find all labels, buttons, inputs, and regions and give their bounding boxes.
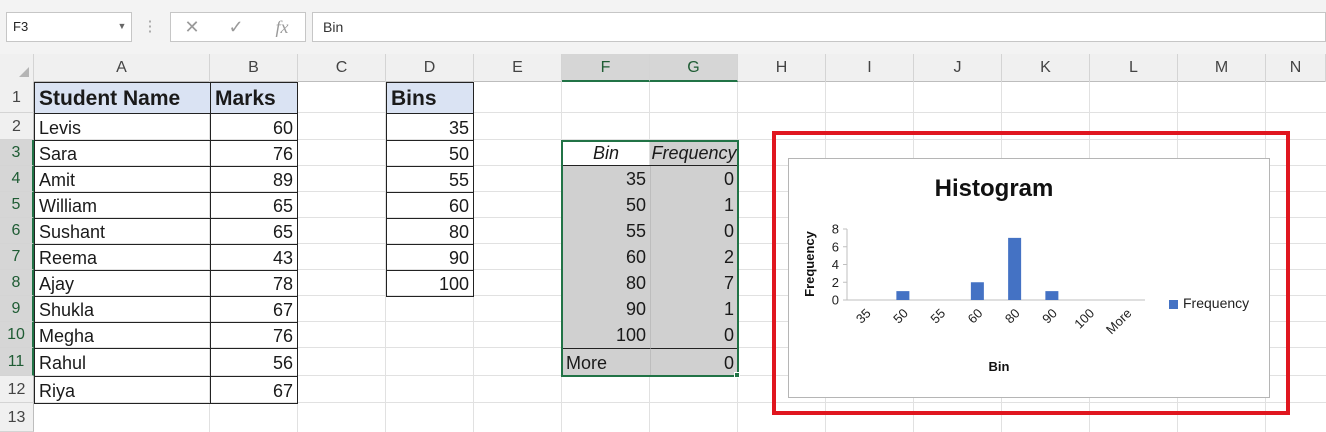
chevron-down-icon[interactable]: ▼	[114, 12, 130, 40]
row-header-2[interactable]: 2	[0, 113, 34, 140]
column-header-g[interactable]: G	[650, 54, 738, 82]
fill-handle[interactable]	[734, 372, 740, 378]
marks-header[interactable]: Marks	[210, 82, 298, 114]
bin-cell[interactable]: 50	[386, 140, 474, 167]
row-header-4[interactable]: 4	[0, 166, 34, 192]
histogram-bar	[1045, 291, 1059, 300]
student-name-cell[interactable]: Rahul	[34, 348, 211, 377]
marks-cell[interactable]: 56	[210, 348, 298, 377]
histogram-chart[interactable]: 0 2 4 6 8 35 50 55 60 80 90 100 More Histogram Frequ…	[788, 158, 1270, 398]
histogram-bar	[896, 291, 910, 300]
bin-cell[interactable]: 90	[386, 244, 474, 271]
x-tick-label: 90	[1039, 306, 1060, 327]
insert-function-icon[interactable]: fx	[262, 12, 302, 42]
student-name-cell[interactable]: Ajay	[34, 270, 211, 297]
column-header-i[interactable]: I	[826, 54, 914, 82]
y-tick-label: 6	[832, 239, 839, 254]
x-axis-title[interactable]: Bin	[969, 359, 1029, 374]
student-name-cell[interactable]: Shukla	[34, 296, 211, 323]
row-header-3[interactable]: 3	[0, 140, 34, 166]
column-header-n[interactable]: N	[1266, 54, 1326, 82]
marks-cell[interactable]: 78	[210, 270, 298, 297]
x-tick-label: 100	[1071, 306, 1097, 332]
row-header-1[interactable]: 1	[0, 82, 34, 113]
student-name-header[interactable]: Student Name	[34, 82, 211, 114]
bin-cell[interactable]: 80	[386, 218, 474, 245]
student-name-cell[interactable]: Amit	[34, 166, 211, 193]
row-header-10[interactable]: 10	[0, 322, 34, 348]
y-axis-title[interactable]: Frequency	[802, 229, 817, 299]
bin-cell[interactable]: 60	[386, 192, 474, 219]
y-tick-label: 8	[832, 222, 839, 237]
x-tick-label: 55	[927, 306, 948, 327]
row-header-6[interactable]: 6	[0, 218, 34, 244]
chart-title[interactable]: Histogram	[789, 175, 1199, 203]
bin-cell[interactable]: 55	[386, 166, 474, 193]
marks-cell[interactable]: 76	[210, 322, 298, 349]
cancel-icon[interactable]: ✕	[172, 12, 212, 42]
marks-cell[interactable]: 67	[210, 376, 298, 404]
marks-cell[interactable]: 89	[210, 166, 298, 193]
column-header-c[interactable]: C	[298, 54, 386, 82]
legend-swatch	[1169, 300, 1178, 309]
row-header-11[interactable]: 11	[0, 348, 34, 376]
x-tick-label: 60	[965, 306, 986, 327]
column-header-m[interactable]: M	[1178, 54, 1266, 82]
student-name-cell[interactable]: Sara	[34, 140, 211, 167]
student-name-cell[interactable]: Riya	[34, 376, 211, 404]
marks-cell[interactable]: 76	[210, 140, 298, 167]
column-header-f[interactable]: F	[562, 54, 650, 82]
bin-cell[interactable]: 100	[386, 270, 474, 297]
selection-outline	[561, 140, 739, 377]
marks-cell[interactable]: 67	[210, 296, 298, 323]
y-tick-label: 2	[832, 275, 839, 290]
student-name-cell[interactable]: William	[34, 192, 211, 219]
row-header-9[interactable]: 9	[0, 296, 34, 322]
row-header-5[interactable]: 5	[0, 192, 34, 218]
histogram-bar	[970, 282, 984, 300]
chart-legend[interactable]: Frequency	[1169, 295, 1269, 315]
column-header-d[interactable]: D	[386, 54, 474, 82]
select-all-triangle-icon	[19, 67, 29, 77]
marks-cell[interactable]: 65	[210, 218, 298, 245]
column-header-a[interactable]: A	[34, 54, 210, 82]
y-tick-label: 0	[832, 293, 839, 308]
row-header-8[interactable]: 8	[0, 270, 34, 296]
y-tick-label: 4	[832, 257, 839, 272]
formula-input[interactable]: Bin	[312, 12, 1326, 42]
row-header-12[interactable]: 12	[0, 376, 34, 403]
column-header-j[interactable]: J	[914, 54, 1002, 82]
x-tick-label: 35	[853, 306, 874, 327]
enter-icon[interactable]: ✓	[216, 12, 256, 42]
more-options-icon[interactable]: ⋮	[142, 12, 158, 42]
histogram-bar	[1008, 237, 1022, 300]
marks-cell[interactable]: 43	[210, 244, 298, 271]
x-tick-label: 50	[890, 306, 911, 327]
x-tick-label: More	[1103, 306, 1135, 338]
column-header-h[interactable]: H	[738, 54, 826, 82]
student-name-cell[interactable]: Sushant	[34, 218, 211, 245]
student-name-cell[interactable]: Megha	[34, 322, 211, 349]
legend-label: Frequency	[1183, 295, 1250, 311]
column-header-k[interactable]: K	[1002, 54, 1090, 82]
bin-cell[interactable]: 35	[386, 113, 474, 141]
student-name-cell[interactable]: Reema	[34, 244, 211, 271]
column-header-e[interactable]: E	[474, 54, 562, 82]
x-tick-label: 80	[1002, 306, 1023, 327]
row-header-7[interactable]: 7	[0, 244, 34, 270]
column-header-l[interactable]: L	[1090, 54, 1178, 82]
bins-header[interactable]: Bins	[386, 82, 474, 114]
column-header-b[interactable]: B	[210, 54, 298, 82]
student-name-cell[interactable]: Levis	[34, 113, 211, 141]
marks-cell[interactable]: 65	[210, 192, 298, 219]
row-header-13[interactable]: 13	[0, 403, 34, 432]
marks-cell[interactable]: 60	[210, 113, 298, 141]
